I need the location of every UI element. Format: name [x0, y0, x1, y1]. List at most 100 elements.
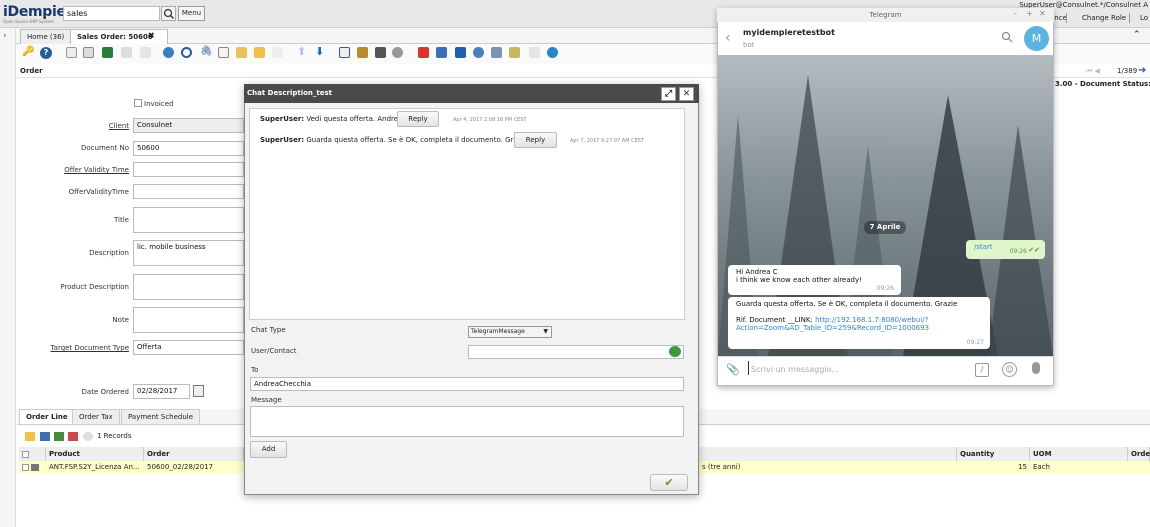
product-description-field[interactable] [133, 274, 244, 300]
export-icon[interactable] [491, 47, 502, 58]
history-icon[interactable] [236, 47, 247, 58]
reply-button[interactable]: Reply [514, 132, 557, 148]
back-arrow-icon[interactable]: ‹ [725, 30, 731, 46]
close-window-icon[interactable]: ✕ [1039, 9, 1046, 18]
copy-record-icon[interactable] [83, 47, 94, 58]
grid-header-order[interactable]: Order [144, 447, 244, 461]
message-input[interactable]: Scrivi un messaggio... [751, 365, 839, 374]
description-field[interactable]: lic. mobile business [133, 240, 244, 266]
expand-sidebar-icon[interactable]: › [0, 28, 15, 41]
attachment-icon[interactable]: 🖇 [200, 46, 213, 57]
search-user-icon[interactable] [669, 346, 681, 357]
close-dialog-icon[interactable]: ✕ [679, 87, 694, 101]
new-record-icon[interactable] [66, 47, 77, 58]
parent-record-icon[interactable] [272, 47, 283, 58]
chat-type-select[interactable]: TelegramMessage ▼ [468, 326, 552, 338]
grid-header-quantity[interactable]: Quantity [957, 447, 1030, 461]
offer-validitytime-field[interactable] [133, 184, 244, 199]
grid-header-select[interactable] [19, 447, 46, 461]
delete-icon[interactable] [102, 47, 113, 58]
add-button[interactable]: Add [250, 441, 287, 458]
tab-order-tax[interactable]: Order Tax [72, 409, 120, 425]
archive-icon[interactable] [357, 47, 368, 58]
row-edit-icon[interactable] [31, 463, 40, 471]
close-tab-icon[interactable]: ✖ [148, 31, 155, 40]
client-field[interactable]: Consulnet [133, 118, 244, 133]
grid-delete-icon[interactable] [54, 432, 64, 441]
search-icon[interactable] [1001, 31, 1013, 45]
document-link[interactable]: http://192.168.1.7:8080/webui/? [815, 316, 928, 324]
import-icon[interactable] [509, 47, 520, 58]
lock-icon[interactable]: 🔑 [22, 46, 34, 57]
to-field[interactable]: AndreaChecchia [250, 377, 684, 391]
search-input[interactable]: sales [63, 6, 160, 21]
client-label[interactable]: Client [40, 122, 129, 130]
tab-order-line[interactable]: Order Line [19, 409, 75, 425]
logout-link[interactable]: Lo [1140, 14, 1148, 22]
table-cell-description[interactable]: s (tre anni) [699, 461, 957, 474]
save-icon[interactable] [121, 47, 132, 58]
product-info-icon[interactable] [436, 47, 447, 58]
table-row-select[interactable] [19, 461, 46, 474]
document-link-cont[interactable]: Action=Zoom&AD_Table_ID=259&Record_ID=10… [736, 324, 982, 332]
grid-refresh-icon[interactable] [83, 432, 93, 441]
nav-first-icon[interactable]: ⏮ ◀ [1086, 67, 1100, 76]
chat-icon[interactable] [218, 47, 229, 58]
grid-header-product[interactable]: Product [46, 447, 144, 461]
avatar[interactable]: M [1024, 26, 1049, 51]
incoming-message-1[interactable]: Hi Andrea C i think we know each other a… [728, 265, 901, 295]
grid-header-order-more[interactable]: Orde [1128, 447, 1150, 461]
document-no-field[interactable]: 50600 [133, 141, 244, 156]
grid-edit-icon[interactable] [40, 432, 50, 441]
tab-payment-schedule[interactable]: Payment Schedule [121, 409, 201, 425]
target-doc-type-field[interactable]: Offerta [133, 340, 244, 355]
table-cell-product[interactable]: ANT.FSP.S2Y_Licenza An... [46, 461, 144, 474]
target-doc-type-label[interactable]: Target Document Type [40, 344, 129, 352]
table-cell-uom[interactable]: Each [1030, 461, 1128, 474]
refresh-icon[interactable] [163, 47, 174, 58]
paperclip-icon[interactable]: 📎 [726, 363, 740, 376]
bot-command-icon[interactable]: / [975, 363, 989, 377]
globe-icon[interactable] [547, 47, 558, 58]
customize-icon[interactable] [529, 47, 540, 58]
ok-check-button[interactable]: ✔ [650, 474, 688, 491]
nav-next-icon[interactable]: ➜ [1138, 65, 1146, 76]
find-icon[interactable] [181, 47, 192, 58]
zoom-across-icon[interactable] [392, 47, 403, 58]
maximize-window-icon[interactable]: + [1026, 9, 1033, 18]
incoming-message-2[interactable]: Guarda questa offerta. Se è OK, completa… [728, 297, 990, 349]
note-field[interactable] [133, 307, 244, 333]
grid-header-uom[interactable]: UOM [1030, 447, 1128, 461]
emoji-icon[interactable]: ☺ [1002, 362, 1017, 377]
search-button[interactable] [161, 6, 176, 21]
grid-toggle-icon[interactable] [254, 47, 265, 58]
workflow-icon[interactable] [455, 47, 466, 58]
offer-validity-label[interactable]: Offer Validity Time [40, 166, 129, 174]
user-contact-field[interactable] [468, 345, 684, 359]
change-role-link[interactable]: Change Role [1082, 14, 1126, 22]
process-gear-icon[interactable] [473, 47, 484, 58]
help-icon[interactable]: ? [40, 47, 52, 59]
microphone-icon[interactable] [1032, 362, 1040, 374]
outgoing-message[interactable]: /start 09:26 ✔✔ [966, 240, 1045, 259]
table-cell-order[interactable]: 50600_02/28/2017 [144, 461, 244, 474]
grid-save-icon[interactable] [68, 432, 78, 441]
table-cell-quantity[interactable]: 15 [957, 461, 1030, 474]
table-cell-extra[interactable] [1128, 461, 1150, 474]
date-ordered-field[interactable]: 02/28/2017 [133, 384, 190, 399]
collapse-up-icon[interactable]: ⌃ [1133, 30, 1141, 40]
maximize-icon[interactable]: ⤢ [661, 87, 676, 101]
title-field[interactable] [133, 207, 244, 233]
print-icon[interactable] [375, 47, 386, 58]
save-new-icon[interactable] [140, 47, 151, 58]
calendar-icon[interactable] [193, 385, 204, 397]
nav-up-icon[interactable]: ⬆ [297, 45, 306, 58]
invoiced-checkbox[interactable] [134, 99, 142, 107]
grid-new-icon[interactable] [25, 432, 35, 441]
reply-button[interactable]: Reply [397, 111, 439, 127]
nav-down-icon[interactable]: ⬇ [315, 45, 324, 58]
report-icon[interactable] [339, 47, 350, 58]
offer-validity-field[interactable] [133, 162, 244, 177]
minimize-icon[interactable]: – [1013, 9, 1017, 18]
menu-button[interactable]: Menu [178, 6, 205, 21]
